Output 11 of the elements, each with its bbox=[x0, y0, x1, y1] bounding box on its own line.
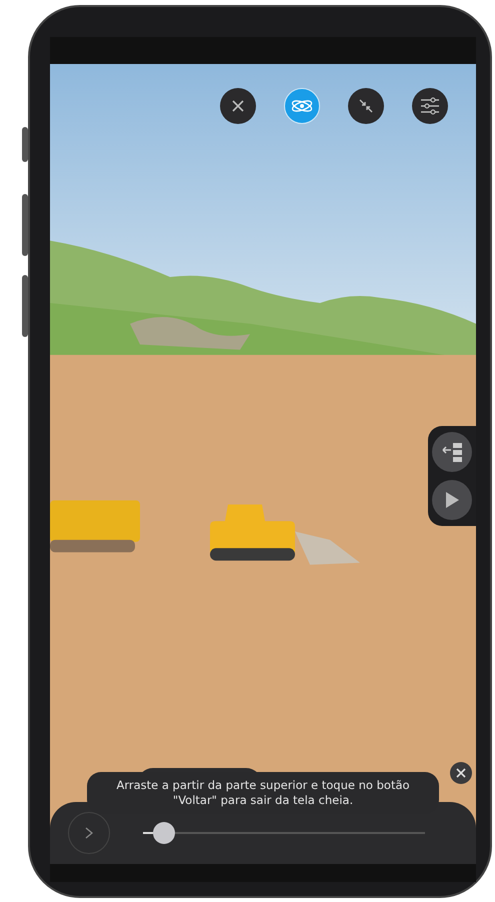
slider-thumb[interactable] bbox=[153, 822, 176, 844]
collapse-icon bbox=[359, 99, 373, 113]
exit-list-icon bbox=[441, 442, 463, 462]
exit-button[interactable] bbox=[432, 432, 472, 472]
sliders-icon bbox=[420, 97, 440, 115]
chevron-right-icon bbox=[85, 827, 93, 839]
close-icon bbox=[456, 768, 466, 778]
play-button[interactable] bbox=[432, 480, 472, 520]
atom-icon bbox=[291, 98, 313, 114]
close-icon bbox=[231, 99, 245, 113]
play-icon bbox=[444, 491, 460, 509]
